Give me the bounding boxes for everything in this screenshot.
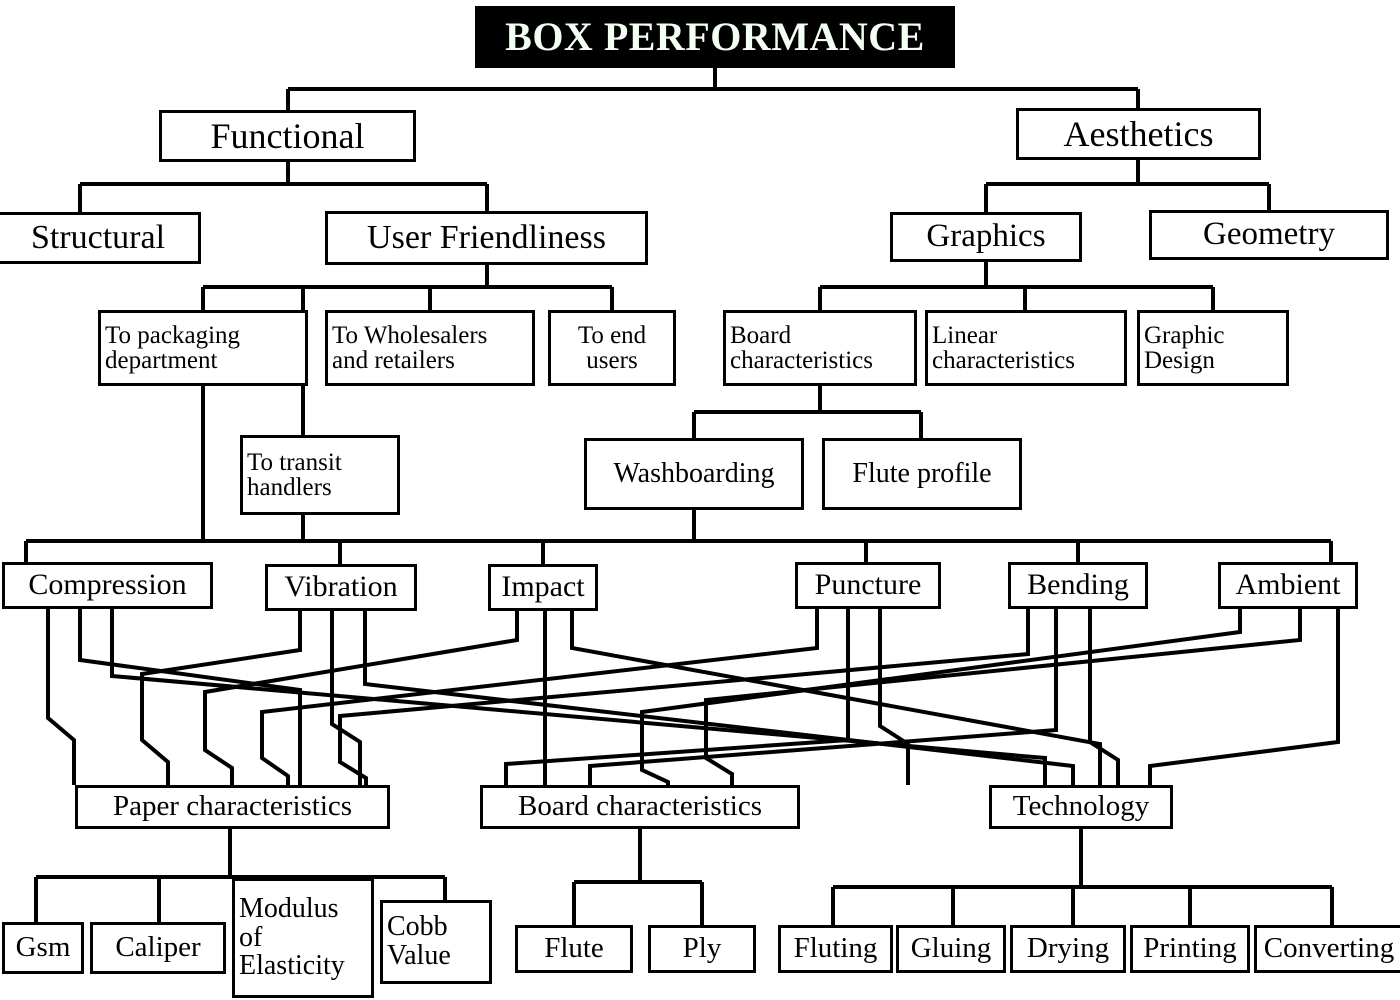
node-to-packaging-department[interactable]: To packaging department [98,310,308,386]
node-ambient[interactable]: Ambient [1218,562,1358,609]
node-vibration[interactable]: Vibration [265,564,417,611]
diagram-canvas: BOX PERFORMANCE Functional Aesthetics St… [0,0,1400,1000]
node-washboarding[interactable]: Washboarding [584,438,804,510]
node-aesthetics[interactable]: Aesthetics [1016,108,1261,160]
node-gsm[interactable]: Gsm [2,922,84,974]
node-flute[interactable]: Flute [515,925,633,973]
node-to-end-users[interactable]: To end users [548,310,676,386]
node-printing[interactable]: Printing [1130,925,1250,973]
node-gluing[interactable]: Gluing [896,925,1006,973]
node-paper-characteristics[interactable]: Paper characteristics [75,785,390,829]
node-impact[interactable]: Impact [488,564,598,611]
node-structural[interactable]: Structural [0,212,201,264]
node-bending[interactable]: Bending [1008,562,1148,609]
node-graphics[interactable]: Graphics [890,212,1082,262]
node-to-transit-handlers[interactable]: To transit handlers [240,435,400,515]
node-functional[interactable]: Functional [159,110,416,162]
node-geometry[interactable]: Geometry [1149,210,1389,260]
node-flute-profile[interactable]: Flute profile [822,438,1022,510]
node-puncture[interactable]: Puncture [795,562,941,609]
node-user-friendliness[interactable]: User Friendliness [325,211,648,265]
node-linear-characteristics[interactable]: Linear characteristics [925,310,1127,386]
node-converting[interactable]: Converting [1254,925,1400,973]
node-graphic-design[interactable]: Graphic Design [1137,310,1289,386]
node-ply[interactable]: Ply [648,925,756,973]
node-to-wholesalers-and-retailers[interactable]: To Wholesalers and retailers [325,310,535,386]
node-technology[interactable]: Technology [989,785,1173,829]
node-board-characteristics-graphics[interactable]: Board characteristics [723,310,917,386]
node-board-characteristics-bottom[interactable]: Board characteristics [480,785,800,829]
node-cobb-value[interactable]: Cobb Value [380,900,492,984]
node-modulus-of-elasticity[interactable]: Modulus of Elasticity [232,878,374,998]
node-caliper[interactable]: Caliper [90,922,226,974]
node-drying[interactable]: Drying [1010,925,1126,973]
node-compression[interactable]: Compression [2,562,213,609]
node-fluting[interactable]: Fluting [778,925,893,973]
node-box-performance[interactable]: BOX PERFORMANCE [475,6,955,68]
